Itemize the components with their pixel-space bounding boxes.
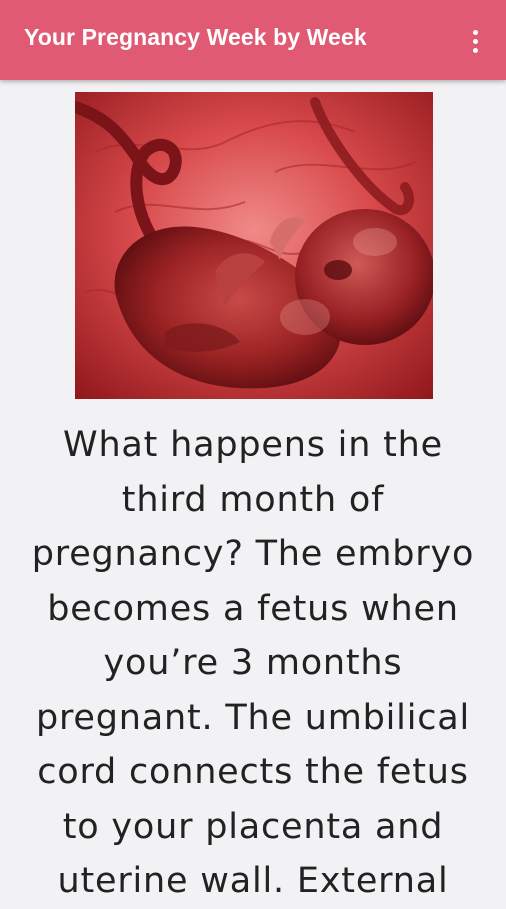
article-line: to your placenta and (62, 806, 444, 847)
app-title: Your Pregnancy Week by Week (24, 24, 367, 50)
article-line: you’re 3 months (103, 643, 403, 683)
article-line: cord connects the fetus (37, 752, 469, 792)
fetus-image (75, 92, 433, 399)
overflow-dot (472, 47, 478, 53)
overflow-dot (472, 38, 478, 44)
fetus-illustration (75, 92, 433, 399)
article-line: becomes a fetus when (47, 588, 459, 629)
overflow-dot (472, 29, 478, 35)
article-line: third month of (121, 479, 385, 520)
app-bar: Your Pregnancy Week by Week (0, 0, 506, 80)
article-line: pregnancy? The embryo (31, 534, 475, 574)
more-vert-icon[interactable] (464, 26, 486, 56)
article-text: What happens in the third month of pregn… (0, 418, 506, 909)
article-line: What happens in the (63, 425, 443, 465)
article-line: uterine wall. External (57, 861, 449, 901)
article-line: pregnant. The umbilical (35, 697, 471, 738)
